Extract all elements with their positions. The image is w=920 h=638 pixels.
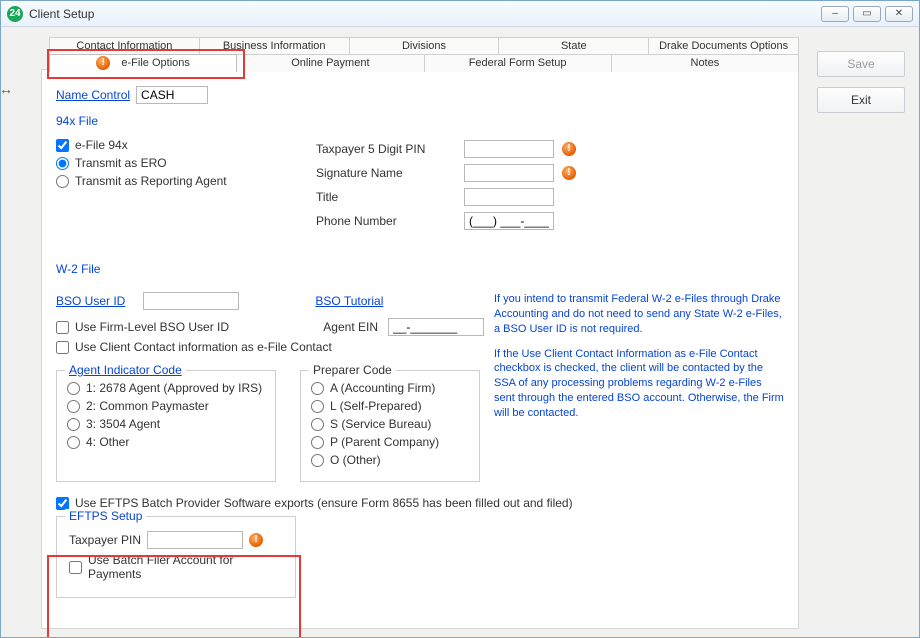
name-control-link[interactable]: Name Control (56, 88, 130, 102)
agent-code-1[interactable]: 1: 2678 Agent (Approved by IRS) (67, 381, 265, 395)
transmit-ra-input[interactable] (56, 175, 69, 188)
title-input[interactable] (464, 188, 554, 206)
eftps-setup-fieldset: EFTPS Setup Taxpayer PIN ! Use Batch Fil… (56, 516, 296, 598)
title-label: Title (316, 190, 456, 204)
alert-icon: ! (562, 142, 576, 156)
window-controls: – ▭ ✕ (821, 6, 913, 22)
efile-94x-check[interactable] (56, 139, 69, 152)
preparer-code-l[interactable]: L (Self-Prepared) (311, 399, 469, 413)
transmit-ero-input[interactable] (56, 157, 69, 170)
section-w2: W-2 File BSO User ID BSO Tutorial (56, 262, 784, 482)
titlebar: 24 Client Setup – ▭ ✕ (1, 1, 919, 27)
close-button[interactable]: ✕ (885, 6, 913, 22)
agent-code-3[interactable]: 3: 3504 Agent (67, 417, 265, 431)
tabs-row-2: ! e-File Options Online Payment Federal … (49, 54, 799, 72)
taxpayer-pin-input[interactable] (464, 140, 554, 158)
use-batch-filer-label: Use Batch Filer Account for Payments (88, 553, 283, 581)
use-batch-filer-check[interactable] (69, 561, 82, 574)
w2-help-1: If you intend to transmit Federal W-2 e-… (494, 292, 784, 337)
resize-handle-icon: ↔ (1, 81, 13, 97)
tab-notes[interactable]: Notes (611, 54, 799, 72)
tab-efile-options-label: e-File Options (121, 57, 189, 69)
name-control-row: Name Control (56, 86, 784, 104)
use-firm-bso-label: Use Firm-Level BSO User ID (75, 320, 229, 334)
use-eftps-batch-export-label: Use EFTPS Batch Provider Software export… (75, 496, 573, 510)
signature-name-input[interactable] (464, 164, 554, 182)
use-client-contact-check[interactable] (56, 341, 69, 354)
eftps-taxpayer-pin-input[interactable] (147, 531, 243, 549)
eftps-taxpayer-pin-label: Taxpayer PIN (69, 533, 141, 547)
agent-code-4[interactable]: 4: Other (67, 435, 265, 449)
name-control-input[interactable] (136, 86, 208, 104)
preparer-code-a[interactable]: A (Accounting Firm) (311, 381, 469, 395)
alert-icon: ! (562, 166, 576, 180)
use-batch-filer-checkbox[interactable]: Use Batch Filer Account for Payments (69, 553, 283, 581)
alert-icon: ! (96, 56, 110, 70)
use-eftps-batch-export-check[interactable] (56, 497, 69, 510)
agent-ein-label: Agent EIN (323, 320, 378, 334)
use-firm-bso-checkbox[interactable]: Use Firm-Level BSO User ID (56, 320, 229, 334)
tab-online-payment[interactable]: Online Payment (236, 54, 424, 72)
section-94x: 94x File e-File 94x Transmit as ERO (56, 114, 784, 236)
tab-business-information[interactable]: Business Information (199, 37, 350, 55)
agent-ein-input[interactable] (388, 318, 484, 336)
use-client-contact-checkbox[interactable]: Use Client Contact information as e-File… (56, 340, 484, 354)
preparer-code-o[interactable]: O (Other) (311, 453, 469, 467)
agent-indicator-link[interactable]: Agent Indicator Code (65, 363, 186, 377)
exit-button[interactable]: Exit (817, 87, 905, 113)
phone-input[interactable] (464, 212, 554, 230)
signature-name-label: Signature Name (316, 166, 456, 180)
agent-indicator-fieldset: Agent Indicator Code 1: 2678 Agent (Appr… (56, 370, 276, 482)
tab-efile-options[interactable]: ! e-File Options (49, 54, 237, 72)
tab-federal-form-setup[interactable]: Federal Form Setup (424, 54, 612, 72)
use-eftps-batch-export-checkbox[interactable]: Use EFTPS Batch Provider Software export… (56, 496, 784, 510)
window-title: Client Setup (29, 7, 94, 21)
minimize-button[interactable]: – (821, 6, 849, 22)
bso-user-id-link[interactable]: BSO User ID (56, 294, 125, 308)
taxpayer-pin-label: Taxpayer 5 Digit PIN (316, 142, 456, 156)
section-w2-title: W-2 File (56, 262, 784, 276)
preparer-code-p[interactable]: P (Parent Company) (311, 435, 469, 449)
tab-contact-information[interactable]: Contact Information (49, 37, 200, 55)
w2-help-2: If the Use Client Contact Information as… (494, 347, 784, 421)
tab-state[interactable]: State (498, 37, 649, 55)
agent-code-2[interactable]: 2: Common Paymaster (67, 399, 265, 413)
content-area: ↔ Contact Information Business Informati… (1, 27, 919, 637)
efile-94x-checkbox[interactable]: e-File 94x (56, 138, 256, 152)
use-client-contact-label: Use Client Contact information as e-File… (75, 340, 332, 354)
bso-user-id-input[interactable] (143, 292, 239, 310)
transmit-ra-label: Transmit as Reporting Agent (75, 174, 227, 188)
main-panel: Name Control 94x File e-File 94x (41, 69, 799, 629)
preparer-code-title: Preparer Code (309, 363, 396, 377)
transmit-ra-radio[interactable]: Transmit as Reporting Agent (56, 174, 256, 188)
tabs-row-1: Contact Information Business Information… (49, 37, 799, 55)
alert-icon: ! (249, 533, 263, 547)
w2-help-text: If you intend to transmit Federal W-2 e-… (484, 292, 784, 482)
section-94x-title: 94x File (56, 114, 784, 128)
app-icon: 24 (7, 6, 23, 22)
save-button[interactable]: Save (817, 51, 905, 77)
preparer-code-fieldset: Preparer Code A (Accounting Firm) L (Sel… (300, 370, 480, 482)
transmit-ero-radio[interactable]: Transmit as ERO (56, 156, 256, 170)
bso-tutorial-link[interactable]: BSO Tutorial (315, 294, 383, 308)
tab-divisions[interactable]: Divisions (349, 37, 500, 55)
use-firm-bso-check[interactable] (56, 321, 69, 334)
efile-94x-label: e-File 94x (75, 138, 128, 152)
preparer-code-s[interactable]: S (Service Bureau) (311, 417, 469, 431)
client-setup-window: 24 Client Setup – ▭ ✕ ↔ Contact Informat… (0, 0, 920, 638)
tab-drake-documents[interactable]: Drake Documents Options (648, 37, 799, 55)
phone-label: Phone Number (316, 214, 456, 228)
transmit-ero-label: Transmit as ERO (75, 156, 167, 170)
maximize-button[interactable]: ▭ (853, 6, 881, 22)
eftps-setup-title: EFTPS Setup (65, 509, 146, 523)
action-buttons: Save Exit (817, 51, 905, 113)
